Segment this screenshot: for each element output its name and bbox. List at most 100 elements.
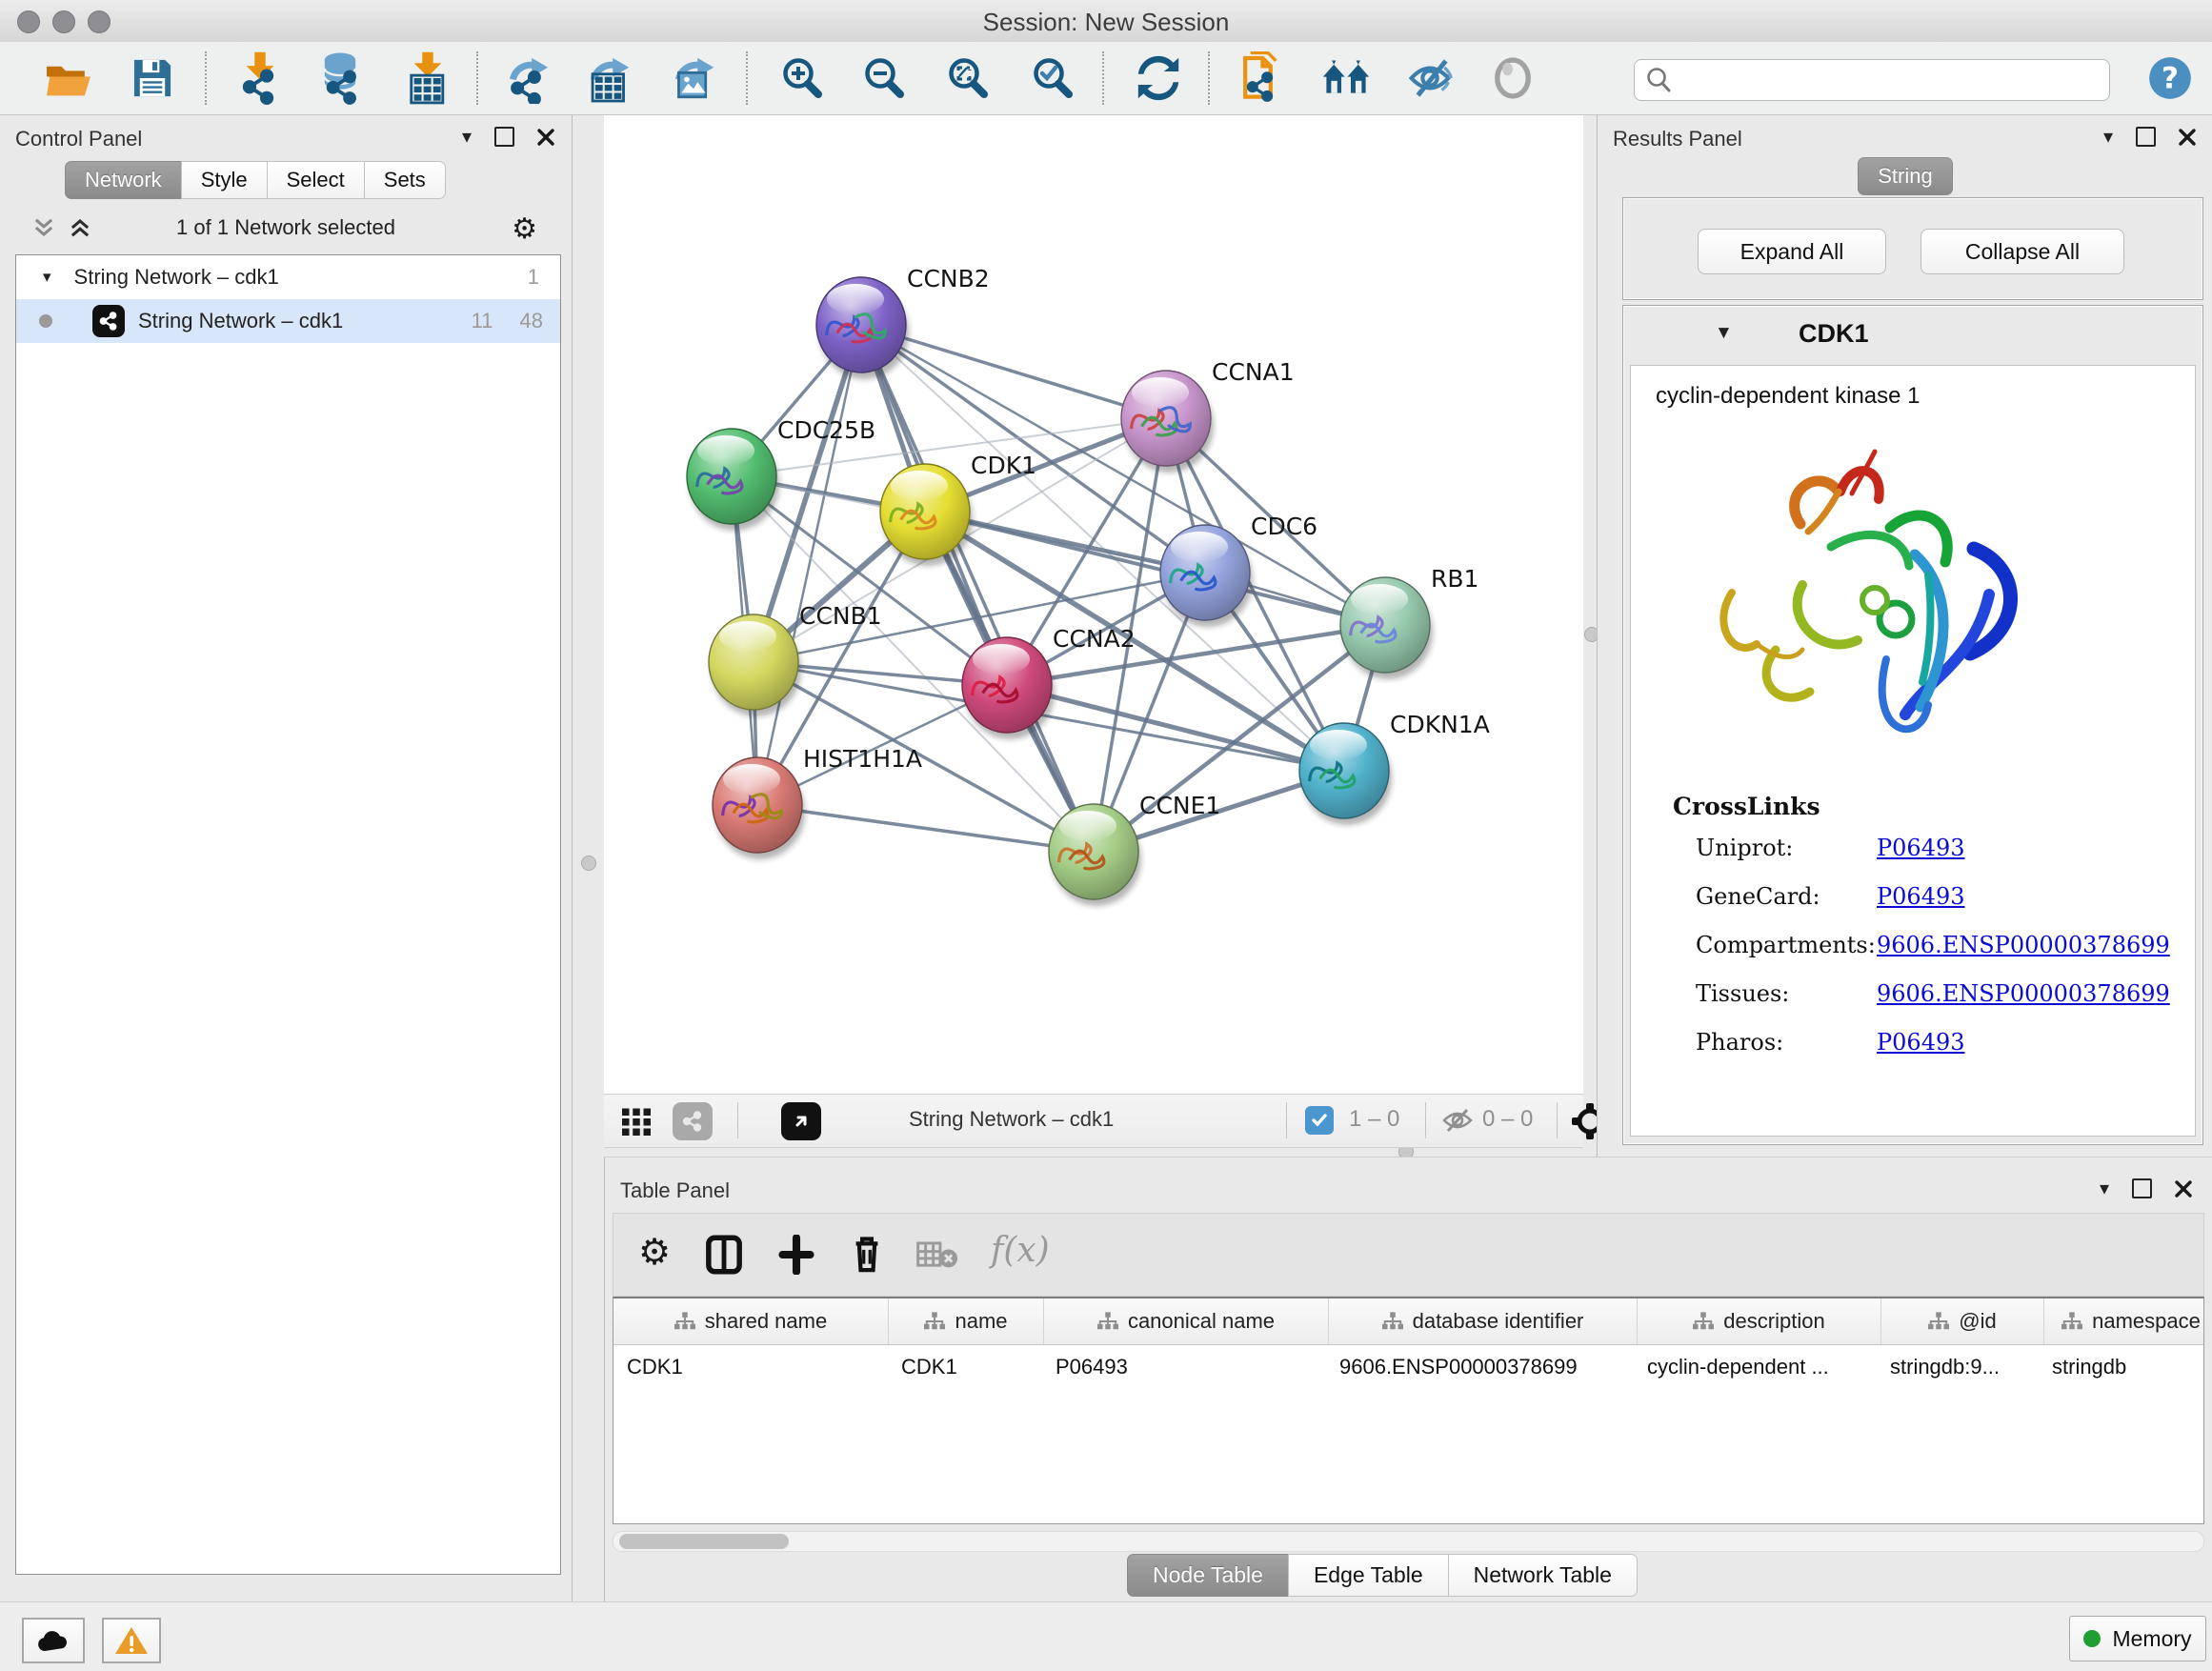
crosslink-row: Tissues: 9606.ENSP00000378699 xyxy=(1696,980,2172,1007)
tab-select[interactable]: Select xyxy=(267,161,365,199)
expand-all-button[interactable]: Expand All xyxy=(1698,229,1886,274)
selected-count: 1 – 0 xyxy=(1349,1106,1399,1133)
search-input[interactable] xyxy=(1680,67,2094,93)
table-cell[interactable]: 9606.ENSP00000378699 xyxy=(1326,1345,1634,1389)
close-panel-icon[interactable] xyxy=(537,129,554,146)
selected-checkbox-icon[interactable] xyxy=(1305,1106,1334,1135)
zoom-out-button[interactable] xyxy=(857,53,911,103)
collapse-panel-icon[interactable]: ▾ xyxy=(462,128,472,147)
open-folder-button[interactable] xyxy=(42,53,95,103)
node-CCNB1[interactable]: CCNB1 xyxy=(709,602,882,716)
network-share-view-icon[interactable] xyxy=(673,1102,713,1140)
node-CCNB2[interactable]: CCNB2 xyxy=(816,265,990,379)
share-document-button[interactable] xyxy=(1235,53,1288,103)
warnings-button[interactable] xyxy=(102,1618,161,1663)
crosslink-link[interactable]: P06493 xyxy=(1877,835,1965,861)
close-panel-icon[interactable] xyxy=(2175,1180,2192,1198)
tab-style[interactable]: Style xyxy=(181,161,268,199)
save-button[interactable] xyxy=(126,53,179,103)
float-panel-icon[interactable] xyxy=(494,127,514,147)
toolbar-separator xyxy=(205,51,207,105)
zoom-selected-button[interactable] xyxy=(1026,53,1079,103)
crosslink-link[interactable]: P06493 xyxy=(1877,1029,1965,1056)
column-header-database-identifier[interactable]: database identifier xyxy=(1329,1299,1638,1344)
string-network-graph[interactable]: CCNB2 CCNA1 CDC25B CDK1 CDC6 RB1 CCNB1 xyxy=(604,115,1583,1094)
network-collection-row[interactable]: ▾ String Network – cdk1 1 xyxy=(16,255,560,299)
table-cell[interactable]: stringdb:9... xyxy=(1877,1345,2039,1389)
node-label-CCNE1: CCNE1 xyxy=(1139,792,1220,819)
add-column-icon[interactable] xyxy=(777,1235,815,1275)
import-network-button[interactable] xyxy=(233,53,287,103)
import-database-button[interactable] xyxy=(313,53,367,103)
zoom-in-button[interactable] xyxy=(775,53,829,103)
node-HIST1H1A[interactable]: HIST1H1A xyxy=(713,745,922,859)
crosslink-link[interactable]: 9606.ENSP00000378699 xyxy=(1877,980,2170,1007)
edge-HIST1H1A-CCNE1[interactable] xyxy=(757,805,1094,852)
tab-edge-table[interactable]: Edge Table xyxy=(1288,1554,1449,1597)
float-panel-icon[interactable] xyxy=(2132,1178,2152,1198)
tab-string[interactable]: String xyxy=(1858,157,1952,195)
refresh-button[interactable] xyxy=(1132,53,1185,103)
table-cell[interactable]: stringdb xyxy=(2039,1345,2204,1389)
memory-button[interactable]: Memory xyxy=(2069,1616,2206,1661)
column-header-description[interactable]: description xyxy=(1638,1299,1881,1344)
node-CCNE1[interactable]: CCNE1 xyxy=(1049,792,1220,906)
node-RB1[interactable]: RB1 xyxy=(1340,565,1478,679)
expand-triangle-icon[interactable]: ▾ xyxy=(43,268,51,287)
edge-CCNB2-HIST1H1A[interactable] xyxy=(757,325,861,805)
column-header-namespace[interactable]: namespace xyxy=(2044,1299,2204,1344)
crosslink-label: Uniprot: xyxy=(1696,835,1877,861)
tab-network[interactable]: Network xyxy=(65,161,182,199)
edge-CCNB2-CCNE1[interactable] xyxy=(861,325,1094,852)
table-cell[interactable]: CDK1 xyxy=(888,1345,1042,1389)
homes-button[interactable] xyxy=(1319,53,1373,103)
export-table-button[interactable] xyxy=(582,53,635,103)
export-network-button[interactable] xyxy=(501,53,554,103)
table-cell[interactable]: cyclin-dependent ... xyxy=(1634,1345,1877,1389)
crosslink-link[interactable]: 9606.ENSP00000378699 xyxy=(1877,932,2170,958)
gene-section-header[interactable]: ▼ CDK1 xyxy=(1623,306,2202,365)
tab-network-table[interactable]: Network Table xyxy=(1448,1554,1638,1597)
column-header-shared-name[interactable]: shared name xyxy=(613,1299,889,1344)
close-panel-icon[interactable] xyxy=(2179,129,2196,146)
table-row[interactable]: CDK1CDK1P064939606.ENSP00000378699cyclin… xyxy=(613,1345,2203,1389)
collapse-panel-icon[interactable]: ▾ xyxy=(2103,128,2113,147)
network-canvas[interactable]: CCNB2 CCNA1 CDC25B CDK1 CDC6 RB1 CCNB1 xyxy=(604,115,1583,1094)
node-CDKN1A[interactable]: CDKN1A xyxy=(1299,711,1490,825)
network-row-selected[interactable]: String Network – cdk1 11 48 xyxy=(16,299,560,343)
import-table-button[interactable] xyxy=(401,53,454,103)
hide-eye-button[interactable] xyxy=(1403,53,1457,103)
float-panel-icon[interactable] xyxy=(2136,127,2156,147)
column-header--id[interactable]: @id xyxy=(1881,1299,2044,1344)
grid-view-icon[interactable] xyxy=(619,1104,654,1138)
tab-node-table[interactable]: Node Table xyxy=(1127,1554,1289,1597)
table-settings-gear-icon[interactable]: ⚙ xyxy=(638,1235,671,1271)
panel-gear-icon[interactable]: ⚙ xyxy=(512,212,537,246)
table-cell[interactable]: CDK1 xyxy=(613,1345,888,1389)
show-columns-icon[interactable] xyxy=(705,1235,743,1275)
tab-sets[interactable]: Sets xyxy=(364,161,446,199)
zoom-fit-button[interactable] xyxy=(941,53,995,103)
view-network-title: String Network – cdk1 xyxy=(909,1107,1114,1132)
export-image-button[interactable] xyxy=(667,53,720,103)
search-box[interactable] xyxy=(1634,59,2110,101)
section-collapse-triangle-icon[interactable]: ▼ xyxy=(1715,323,1733,344)
crosslink-link[interactable]: P06493 xyxy=(1877,883,1965,910)
table-horizontal-scrollbar[interactable] xyxy=(613,1531,2204,1552)
table-cell[interactable]: P06493 xyxy=(1042,1345,1326,1389)
birdseye-view-icon[interactable] xyxy=(781,1102,821,1140)
column-header-name[interactable]: name xyxy=(889,1299,1044,1344)
warning-icon xyxy=(114,1625,149,1656)
cloud-button[interactable] xyxy=(22,1618,85,1663)
column-header-canonical-name[interactable]: canonical name xyxy=(1044,1299,1329,1344)
crosslinks-title: CrossLinks xyxy=(1673,793,1820,820)
vertical-splitter-handle[interactable] xyxy=(581,856,596,871)
collapse-all-button[interactable]: Collapse All xyxy=(1920,229,2124,274)
help-button[interactable]: ? xyxy=(2143,53,2197,103)
collapse-panel-icon[interactable]: ▾ xyxy=(2100,1179,2109,1198)
scrollbar-thumb[interactable] xyxy=(619,1534,789,1549)
delete-column-icon[interactable] xyxy=(848,1233,886,1275)
gray-eye-button[interactable] xyxy=(1486,53,1539,103)
node-CDC6[interactable]: CDC6 xyxy=(1160,513,1317,627)
node-CCNA2[interactable]: CCNA2 xyxy=(962,625,1136,739)
